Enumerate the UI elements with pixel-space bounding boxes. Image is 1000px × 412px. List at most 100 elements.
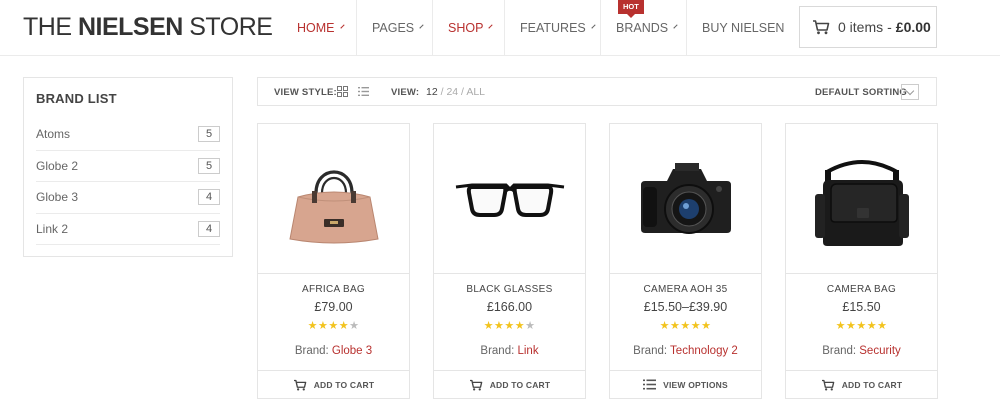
nav-label-brands: BRANDS — [616, 21, 669, 35]
nav-label-pages: PAGES — [372, 21, 415, 35]
product-card: CAMERA BAG £15.50 ★★★★★ Brand: Security … — [785, 123, 938, 399]
product-brand-link[interactable]: Technology 2 — [670, 345, 738, 357]
cart-icon — [821, 379, 834, 390]
grid-view-icon[interactable] — [337, 86, 348, 97]
product-price: £79.00 — [314, 300, 353, 314]
chevron-down-icon — [339, 24, 345, 29]
product-brand-prefix: Brand: — [294, 345, 332, 357]
nav-label-home: HOME — [297, 21, 335, 35]
chevron-down-icon — [591, 24, 596, 29]
brand-item-count: 5 — [198, 157, 220, 174]
cart-icon — [293, 379, 306, 390]
product-image-africa-bag[interactable] — [258, 124, 409, 274]
star-icon: ★ — [514, 320, 526, 332]
list-view-icon[interactable] — [358, 86, 369, 97]
star-empty-icon: ★ — [349, 320, 360, 332]
nav-item-brands[interactable]: HOT BRANDS — [600, 0, 686, 56]
nav-label-shop: SHOP — [448, 21, 484, 35]
brand-item-count: 4 — [198, 220, 220, 237]
store-logo[interactable]: THE NIELSEN STORE — [23, 13, 273, 41]
handbag-image — [288, 169, 379, 243]
action-label: ADD TO CART — [489, 379, 551, 390]
star-icon: ★ — [690, 320, 702, 332]
star-icon: ★ — [483, 320, 494, 332]
product-rating: ★★★★★ — [786, 319, 937, 332]
star-icon: ★ — [680, 320, 691, 332]
view-count-12[interactable]: 12 — [426, 86, 438, 98]
product-brand-prefix: Brand: — [480, 345, 518, 357]
product-brand-link[interactable]: Link — [517, 345, 538, 357]
nav-item-shop[interactable]: SHOP — [432, 0, 504, 56]
brand-item-count: 5 — [198, 126, 220, 143]
brand-list-widget: BRAND LIST Atoms 5 Globe 2 5 Globe 3 4 L… — [23, 77, 233, 257]
brand-item-label: Link 2 — [36, 221, 69, 236]
cart-icon — [813, 20, 830, 35]
brand-item-count: 4 — [198, 189, 220, 206]
brand-item-label: Globe 3 — [36, 190, 79, 205]
view-options-button[interactable]: VIEW OPTIONS — [610, 370, 761, 398]
sort-dropdown[interactable] — [901, 84, 919, 100]
nav-item-home[interactable]: HOME — [282, 0, 356, 56]
star-icon: ★ — [307, 320, 318, 332]
product-brand-link[interactable]: Globe 3 — [332, 345, 372, 357]
star-icon: ★ — [338, 320, 350, 332]
brand-item-globe-2[interactable]: Globe 2 5 — [36, 151, 220, 182]
view-count-24[interactable]: 24 — [446, 86, 458, 98]
brand-list-title: BRAND LIST — [36, 91, 117, 106]
product-card: CAMERA AOH 35 £15.50–£39.90 ★★★★★ Brand:… — [609, 123, 762, 399]
add-to-cart-button[interactable]: ADD TO CART — [786, 370, 937, 398]
shop-toolbar: VIEW STYLE: VIEW: 12 / 24 / ALL DEFAULT … — [257, 77, 937, 106]
cart-items-count: 0 items — [838, 19, 884, 35]
product-image-black-glasses[interactable] — [434, 124, 585, 274]
star-icon: ★ — [845, 320, 857, 332]
view-count-all[interactable]: ALL — [466, 86, 485, 98]
view-style-label: VIEW STYLE: — [274, 87, 337, 98]
logo-text-store: STORE — [182, 13, 273, 41]
view-count-options: 12 / 24 / ALL — [426, 86, 485, 98]
nav-item-features[interactable]: FEATURES — [504, 0, 600, 56]
mini-cart-button[interactable]: 0 items - £0.00 — [799, 6, 937, 48]
star-empty-icon: ★ — [525, 320, 536, 332]
nav-item-pages[interactable]: PAGES — [356, 0, 432, 56]
nav-item-buy-nielsen[interactable]: BUY NIELSEN — [686, 0, 784, 56]
brand-item-atoms[interactable]: Atoms 5 — [36, 119, 220, 151]
star-icon: ★ — [835, 320, 846, 332]
product-name[interactable]: BLACK GLASSES — [434, 284, 585, 295]
logo-text-nielsen: NIELSEN — [77, 13, 183, 41]
product-price: £166.00 — [486, 300, 533, 314]
product-card: BLACK GLASSES £166.00 ★★★★★ Brand: Link … — [433, 123, 586, 399]
add-to-cart-button[interactable]: ADD TO CART — [258, 370, 409, 398]
chevron-down-icon — [673, 24, 678, 29]
list-options-icon — [643, 379, 657, 390]
site-header: THE NIELSEN STORE HOME PAGES SHOP FEATUR… — [0, 0, 1000, 56]
add-to-cart-button[interactable]: ADD TO CART — [434, 370, 585, 398]
product-name[interactable]: CAMERA BAG — [786, 284, 937, 295]
brand-item-globe-3[interactable]: Globe 3 4 — [36, 182, 220, 214]
action-label: VIEW OPTIONS — [663, 379, 728, 390]
product-rating: ★★★★★ — [434, 319, 585, 332]
product-image-camera-aoh-35[interactable] — [610, 124, 761, 274]
product-brand-link[interactable]: Security — [859, 345, 901, 357]
star-icon: ★ — [856, 320, 867, 332]
cart-total: £0.00 — [895, 19, 931, 35]
star-icon: ★ — [701, 320, 712, 332]
product-rating: ★★★★★ — [610, 319, 761, 332]
chevron-down-icon — [419, 24, 424, 29]
product-brand-prefix: Brand: — [822, 345, 860, 357]
glasses-image — [455, 183, 564, 217]
action-label: ADD TO CART — [313, 379, 375, 390]
brand-list: Atoms 5 Globe 2 5 Globe 3 4 Link 2 4 — [36, 119, 220, 245]
product-brand: Brand: Globe 3 — [258, 345, 409, 357]
action-label: ADD TO CART — [841, 379, 903, 390]
product-card: AFRICA BAG £79.00 ★★★★★ Brand: Globe 3 A… — [257, 123, 410, 399]
star-icon: ★ — [317, 320, 329, 332]
brand-item-link-2[interactable]: Link 2 4 — [36, 214, 220, 245]
star-icon: ★ — [493, 320, 505, 332]
star-icon: ★ — [866, 320, 878, 332]
cart-separator: - — [887, 19, 892, 35]
product-name[interactable]: AFRICA BAG — [258, 284, 409, 295]
product-image-camera-bag[interactable] — [786, 124, 937, 274]
brand-item-label: Globe 2 — [36, 158, 79, 173]
product-name[interactable]: CAMERA AOH 35 — [610, 284, 761, 295]
product-brand: Brand: Link — [434, 345, 585, 357]
